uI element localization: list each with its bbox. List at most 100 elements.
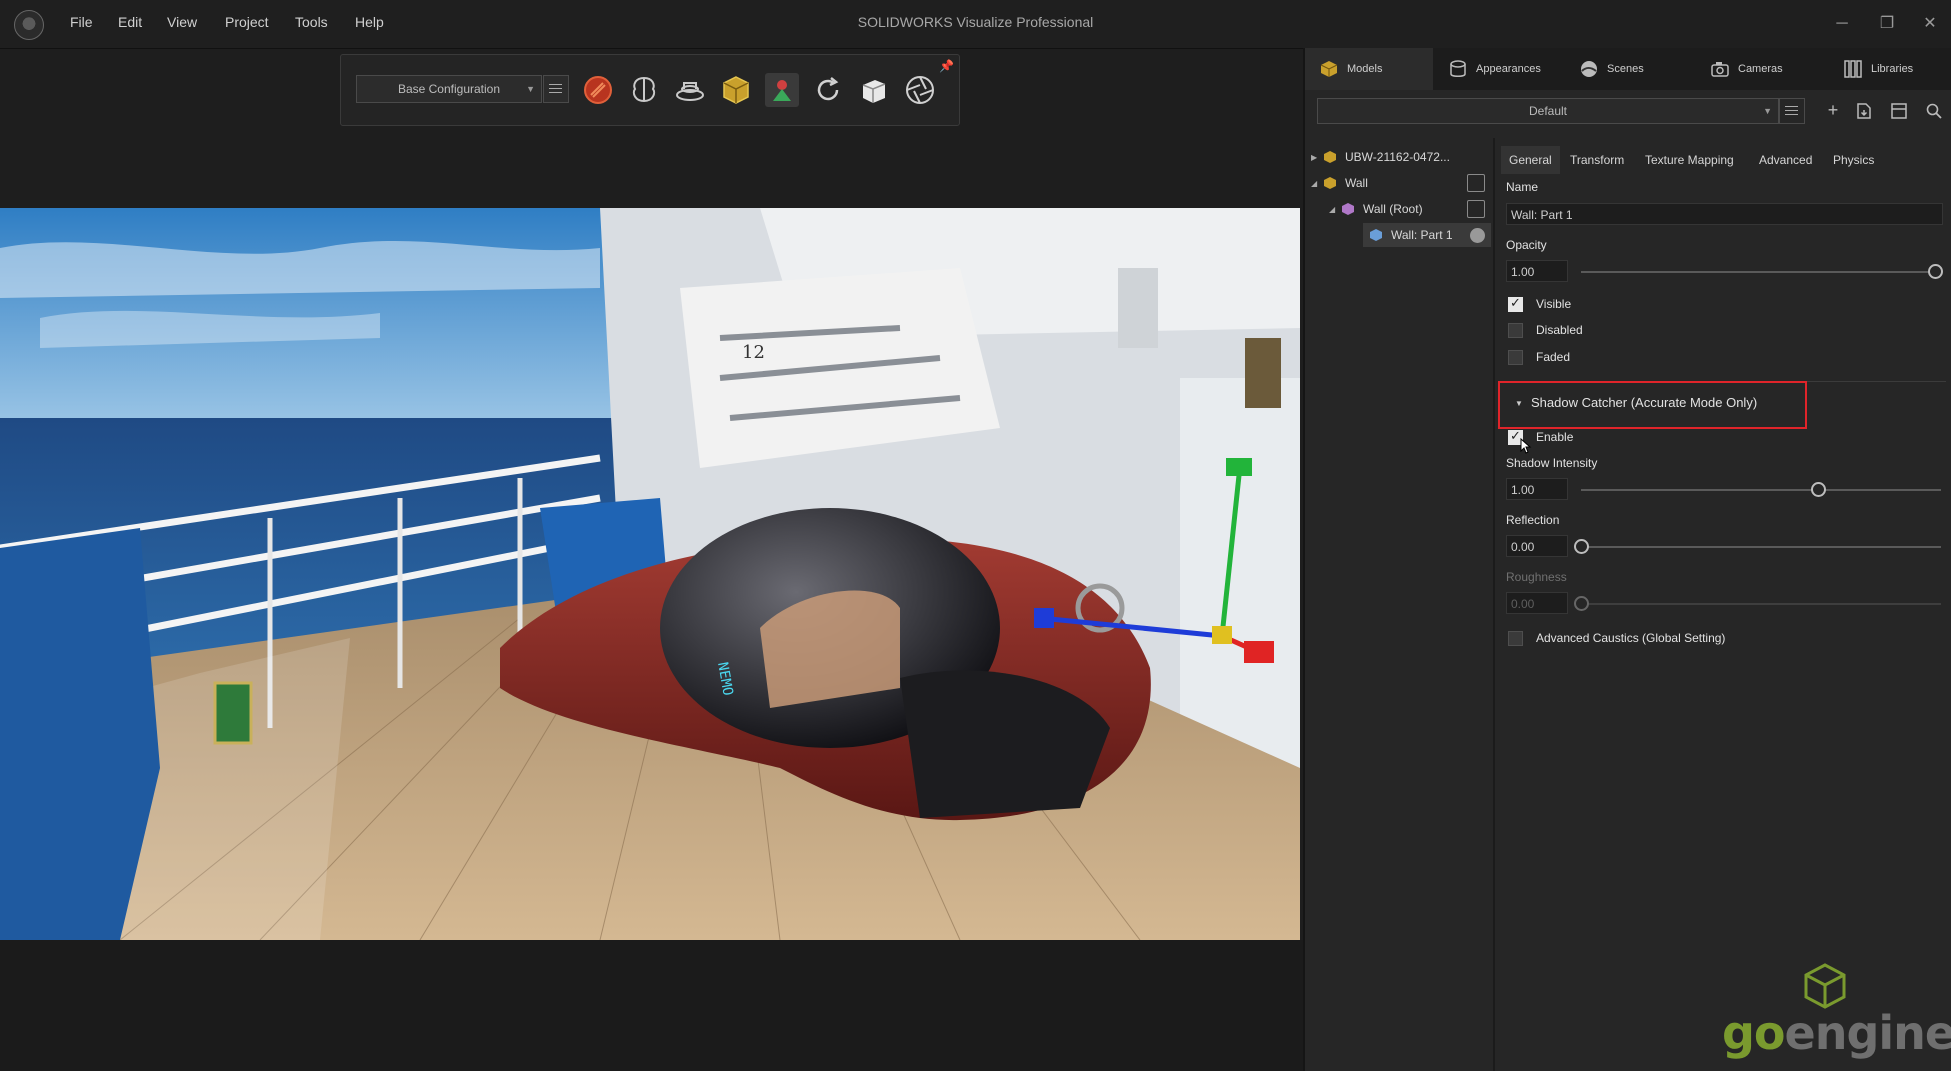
title-bar: File Edit View Project Tools Help SOLIDW…: [0, 0, 1951, 49]
tab-scenes-label: Scenes: [1607, 63, 1644, 75]
configuration-select[interactable]: Base Configuration ▼: [356, 75, 542, 103]
deck-number-label: 12: [742, 342, 765, 363]
shadow-catcher-header[interactable]: Shadow Catcher (Accurate Mode Only): [1531, 395, 1757, 410]
reflection-slider-track[interactable]: [1581, 546, 1941, 548]
brain-ai-icon[interactable]: [627, 73, 661, 107]
mouse-cursor-icon: [1520, 438, 1532, 454]
reflection-slider-knob[interactable]: [1573, 539, 1589, 554]
preset-list-button[interactable]: [1779, 98, 1805, 124]
tab-appearances-label: Appearances: [1476, 63, 1541, 75]
scenes-icon: [1581, 61, 1597, 77]
disabled-checkbox[interactable]: [1508, 323, 1523, 338]
focus-icon[interactable]: [1467, 200, 1485, 218]
reflection-field[interactable]: 0.00: [1506, 535, 1568, 557]
subtab-physics[interactable]: Physics: [1825, 146, 1882, 174]
properties-panel: Models Appearances Scenes Cameras Librar…: [1303, 48, 1951, 1071]
visible-checkbox[interactable]: [1508, 295, 1523, 312]
group-cube-icon: [1342, 203, 1354, 215]
faded-checkbox[interactable]: [1508, 350, 1523, 365]
window-title: SOLIDWORKS Visualize Professional: [857, 14, 1094, 30]
refresh-icon[interactable]: [811, 73, 845, 107]
shadow-intensity-label: Shadow Intensity: [1506, 456, 1598, 470]
minimize-icon[interactable]: ─: [1827, 10, 1857, 38]
advanced-caustics-label: Advanced Caustics (Global Setting): [1536, 631, 1726, 645]
cube-transform-icon[interactable]: [857, 73, 891, 107]
name-label: Name: [1506, 180, 1539, 194]
opacity-slider-knob[interactable]: [1928, 264, 1944, 279]
part-cube-icon: [1370, 229, 1382, 241]
subtab-transform[interactable]: Transform: [1562, 146, 1632, 174]
tab-models[interactable]: Models: [1305, 48, 1433, 90]
box-object-icon[interactable]: [719, 73, 753, 107]
visible-label: Visible: [1536, 297, 1572, 311]
panel-tab-bar: Models Appearances Scenes Cameras Librar…: [1305, 48, 1951, 90]
configuration-list-button[interactable]: [543, 75, 569, 103]
search-icon[interactable]: [1925, 102, 1943, 120]
render-mode-icon[interactable]: [581, 73, 615, 107]
tab-cameras[interactable]: Cameras: [1696, 48, 1826, 90]
preset-select[interactable]: Default ▼: [1317, 98, 1779, 124]
goengineer-cube-logo: [1804, 963, 1846, 1009]
tab-libraries[interactable]: Libraries: [1827, 48, 1951, 90]
model-cube-icon: [1324, 177, 1336, 189]
tree-item-selected[interactable]: Wall: Part 1: [1363, 223, 1491, 247]
subtab-texture-mapping[interactable]: Texture Mapping: [1637, 146, 1742, 174]
opacity-slider-track[interactable]: [1581, 271, 1941, 273]
appearances-icon: [1450, 60, 1466, 77]
restore-icon[interactable]: ❐: [1872, 10, 1902, 38]
chevron-right-icon[interactable]: ▶: [1311, 153, 1323, 162]
configuration-value: Base Configuration: [397, 82, 501, 96]
opacity-label: Opacity: [1506, 238, 1547, 252]
roughness-slider-knob: [1573, 596, 1589, 611]
model-tree: ▶ UBW-21162-0472... ◢ Wall ◢ Wall (Root)…: [1305, 138, 1495, 1071]
chevron-down-icon: ▼: [526, 84, 535, 94]
close-icon[interactable]: ✕: [1915, 10, 1945, 38]
shadow-intensity-slider-track[interactable]: [1581, 489, 1941, 491]
chevron-down-icon[interactable]: ◢: [1329, 205, 1341, 214]
pin-icon[interactable]: 📌: [939, 59, 954, 73]
reflection-label: Reflection: [1506, 513, 1560, 527]
tree-item[interactable]: ◢ Wall: [1311, 171, 1491, 195]
render-toolbar: Base Configuration ▼ 📌: [340, 54, 960, 126]
tree-item[interactable]: ◢ Wall (Root): [1329, 197, 1491, 221]
brand-go-text: go: [1722, 1006, 1786, 1060]
preset-value: Default: [1528, 104, 1568, 118]
roughness-slider-track: [1581, 603, 1941, 605]
render-viewport[interactable]: 12 NEMO: [0, 208, 1300, 940]
subtab-general[interactable]: General: [1501, 146, 1560, 174]
scene-tool-icon[interactable]: [765, 73, 799, 107]
import-icon[interactable]: [1855, 102, 1873, 120]
enable-label: Enable: [1536, 430, 1574, 444]
collapse-arrow-icon[interactable]: ▼: [1515, 399, 1523, 408]
shadow-intensity-slider-knob[interactable]: [1811, 482, 1827, 497]
opacity-field[interactable]: 1.00: [1506, 260, 1568, 282]
goengineer-logo: goengineer: [1722, 1006, 1951, 1060]
tab-appearances[interactable]: Appearances: [1434, 48, 1564, 90]
chevron-down-icon[interactable]: ◢: [1311, 179, 1323, 188]
shadow-intensity-field[interactable]: 1.00: [1506, 478, 1568, 500]
disabled-label: Disabled: [1536, 323, 1583, 337]
material-ball-icon[interactable]: [1470, 227, 1485, 243]
tree-item-label: Wall: Part 1: [1391, 228, 1453, 242]
aperture-icon[interactable]: [903, 73, 937, 107]
turntable-icon[interactable]: [673, 73, 707, 107]
add-icon[interactable]: +: [1821, 98, 1845, 122]
focus-icon[interactable]: [1467, 174, 1485, 192]
libraries-icon: [1844, 60, 1862, 78]
faded-label: Faded: [1536, 350, 1571, 364]
subtab-advanced[interactable]: Advanced: [1751, 146, 1820, 174]
tree-item-label: UBW-21162-0472...: [1345, 150, 1450, 164]
tab-libraries-label: Libraries: [1871, 63, 1914, 75]
camera-icon: [1711, 62, 1729, 77]
layout-icon[interactable]: [1890, 102, 1908, 120]
models-cube-icon: [1320, 61, 1338, 77]
scene-render-image: 12 NEMO: [0, 208, 1300, 940]
tree-item-label: Wall: [1345, 176, 1368, 190]
tab-models-label: Models: [1347, 63, 1383, 75]
tab-cameras-label: Cameras: [1738, 63, 1783, 75]
brand-engineer-text: engineer: [1784, 1006, 1951, 1060]
name-field[interactable]: Wall: Part 1: [1506, 203, 1943, 225]
advanced-caustics-checkbox[interactable]: [1508, 631, 1523, 646]
tree-item[interactable]: ▶ UBW-21162-0472...: [1311, 145, 1491, 169]
tab-scenes[interactable]: Scenes: [1565, 48, 1695, 90]
